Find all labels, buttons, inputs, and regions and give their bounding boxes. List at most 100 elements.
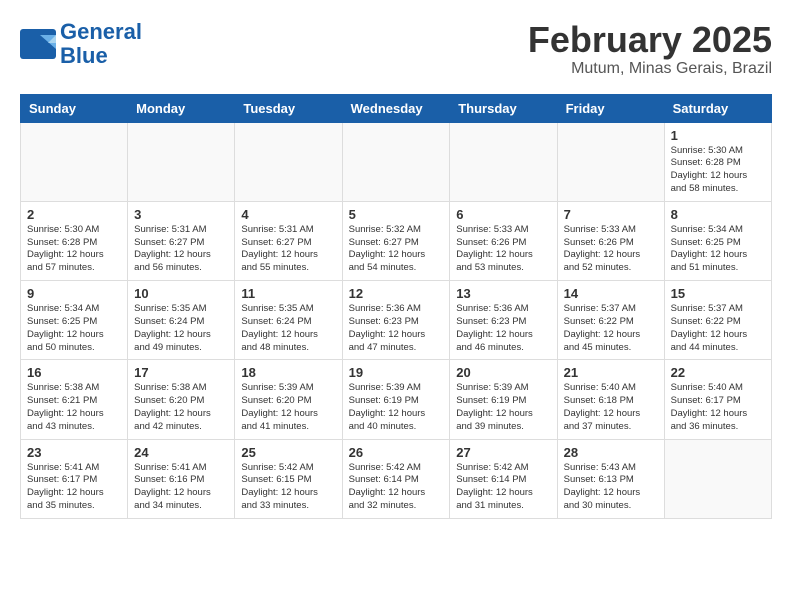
day-number: 15 [671,286,765,301]
day-info: Sunrise: 5:33 AM Sunset: 6:26 PM Dayligh… [564,224,658,275]
day-info: Sunrise: 5:42 AM Sunset: 6:14 PM Dayligh… [349,462,444,513]
day-cell: 2 Sunrise: 5:30 AM Sunset: 6:28 PM Daylig… [21,201,128,280]
day-info: Sunrise: 5:33 AM Sunset: 6:26 PM Dayligh… [456,224,550,275]
day-info: Sunrise: 5:30 AM Sunset: 6:28 PM Dayligh… [27,224,121,275]
day-info: Sunrise: 5:41 AM Sunset: 6:17 PM Dayligh… [27,462,121,513]
day-cell: 26 Sunrise: 5:42 AM Sunset: 6:14 PM Dayli… [342,439,450,518]
day-info: Sunrise: 5:35 AM Sunset: 6:24 PM Dayligh… [134,303,228,354]
day-number: 10 [134,286,228,301]
day-info: Sunrise: 5:31 AM Sunset: 6:27 PM Dayligh… [134,224,228,275]
day-cell: 3 Sunrise: 5:31 AM Sunset: 6:27 PM Daylig… [128,201,235,280]
day-info: Sunrise: 5:40 AM Sunset: 6:17 PM Dayligh… [671,382,765,433]
day-info: Sunrise: 5:34 AM Sunset: 6:25 PM Dayligh… [671,224,765,275]
day-number: 28 [564,445,658,460]
day-cell: 10 Sunrise: 5:35 AM Sunset: 6:24 PM Dayli… [128,281,235,360]
day-cell [235,122,342,201]
day-info: Sunrise: 5:38 AM Sunset: 6:20 PM Dayligh… [134,382,228,433]
day-cell: 14 Sunrise: 5:37 AM Sunset: 6:22 PM Dayli… [557,281,664,360]
calendar-table: SundayMondayTuesdayWednesdayThursdayFrid… [20,94,772,519]
logo-line2: Blue [60,43,108,68]
day-info: Sunrise: 5:40 AM Sunset: 6:18 PM Dayligh… [564,382,658,433]
day-number: 5 [349,207,444,222]
day-number: 14 [564,286,658,301]
week-row-5: 23 Sunrise: 5:41 AM Sunset: 6:17 PM Dayli… [21,439,772,518]
title-area: February 2025 Mutum, Minas Gerais, Brazi… [528,20,772,78]
day-info: Sunrise: 5:35 AM Sunset: 6:24 PM Dayligh… [241,303,335,354]
day-cell: 18 Sunrise: 5:39 AM Sunset: 6:20 PM Dayli… [235,360,342,439]
day-cell: 8 Sunrise: 5:34 AM Sunset: 6:25 PM Daylig… [664,201,771,280]
week-row-4: 16 Sunrise: 5:38 AM Sunset: 6:21 PM Dayli… [21,360,772,439]
day-cell: 9Sunrise: 5:34 AM Sunset: 6:25 PM Daylig… [21,281,128,360]
day-info: Sunrise: 5:36 AM Sunset: 6:23 PM Dayligh… [349,303,444,354]
day-number: 2 [27,207,121,222]
day-number: 3 [134,207,228,222]
day-info: Sunrise: 5:39 AM Sunset: 6:20 PM Dayligh… [241,382,335,433]
weekday-header-saturday: Saturday [664,94,771,122]
day-info: Sunrise: 5:39 AM Sunset: 6:19 PM Dayligh… [349,382,444,433]
weekday-header-row: SundayMondayTuesdayWednesdayThursdayFrid… [21,94,772,122]
day-info: Sunrise: 5:42 AM Sunset: 6:15 PM Dayligh… [241,462,335,513]
day-info: Sunrise: 5:36 AM Sunset: 6:23 PM Dayligh… [456,303,550,354]
day-cell: 17Sunrise: 5:38 AM Sunset: 6:20 PM Dayli… [128,360,235,439]
week-row-2: 2 Sunrise: 5:30 AM Sunset: 6:28 PM Daylig… [21,201,772,280]
day-number: 27 [456,445,550,460]
day-number: 25 [241,445,335,460]
day-cell: 23 Sunrise: 5:41 AM Sunset: 6:17 PM Dayli… [21,439,128,518]
day-number: 23 [27,445,121,460]
day-cell: 24 Sunrise: 5:41 AM Sunset: 6:16 PM Dayli… [128,439,235,518]
week-row-1: 1Sunrise: 5:30 AM Sunset: 6:28 PM Daylig… [21,122,772,201]
day-number: 26 [349,445,444,460]
day-info: Sunrise: 5:37 AM Sunset: 6:22 PM Dayligh… [564,303,658,354]
day-cell: 7 Sunrise: 5:33 AM Sunset: 6:26 PM Daylig… [557,201,664,280]
day-info: Sunrise: 5:43 AM Sunset: 6:13 PM Dayligh… [564,462,658,513]
day-info: Sunrise: 5:38 AM Sunset: 6:21 PM Dayligh… [27,382,121,433]
day-cell: 1Sunrise: 5:30 AM Sunset: 6:28 PM Daylig… [664,122,771,201]
day-info: Sunrise: 5:37 AM Sunset: 6:22 PM Dayligh… [671,303,765,354]
day-number: 16 [27,365,121,380]
day-number: 21 [564,365,658,380]
day-cell: 5 Sunrise: 5:32 AM Sunset: 6:27 PM Daylig… [342,201,450,280]
day-cell: 20 Sunrise: 5:39 AM Sunset: 6:19 PM Dayli… [450,360,557,439]
day-cell: 19 Sunrise: 5:39 AM Sunset: 6:19 PM Dayli… [342,360,450,439]
day-number: 20 [456,365,550,380]
day-number: 9 [27,286,121,301]
day-cell: 11Sunrise: 5:35 AM Sunset: 6:24 PM Dayli… [235,281,342,360]
day-number: 22 [671,365,765,380]
day-number: 8 [671,207,765,222]
day-info: Sunrise: 5:41 AM Sunset: 6:16 PM Dayligh… [134,462,228,513]
day-cell [128,122,235,201]
day-cell: 21 Sunrise: 5:40 AM Sunset: 6:18 PM Dayli… [557,360,664,439]
day-number: 7 [564,207,658,222]
calendar-subtitle: Mutum, Minas Gerais, Brazil [528,60,772,78]
logo-text: General Blue [60,20,142,68]
day-cell [450,122,557,201]
day-number: 19 [349,365,444,380]
day-number: 4 [241,207,335,222]
header: General Blue February 2025 Mutum, Minas … [20,20,772,78]
weekday-header-wednesday: Wednesday [342,94,450,122]
day-number: 18 [241,365,335,380]
calendar-title: February 2025 [528,20,772,60]
day-cell: 13 Sunrise: 5:36 AM Sunset: 6:23 PM Dayli… [450,281,557,360]
week-row-3: 9Sunrise: 5:34 AM Sunset: 6:25 PM Daylig… [21,281,772,360]
day-number: 6 [456,207,550,222]
day-cell [342,122,450,201]
day-number: 13 [456,286,550,301]
day-cell [557,122,664,201]
day-cell: 25 Sunrise: 5:42 AM Sunset: 6:15 PM Dayli… [235,439,342,518]
day-cell: 16 Sunrise: 5:38 AM Sunset: 6:21 PM Dayli… [21,360,128,439]
day-info: Sunrise: 5:42 AM Sunset: 6:14 PM Dayligh… [456,462,550,513]
day-info: Sunrise: 5:39 AM Sunset: 6:19 PM Dayligh… [456,382,550,433]
day-info: Sunrise: 5:30 AM Sunset: 6:28 PM Dayligh… [671,145,765,196]
day-cell [664,439,771,518]
day-cell: 12Sunrise: 5:36 AM Sunset: 6:23 PM Dayli… [342,281,450,360]
weekday-header-tuesday: Tuesday [235,94,342,122]
logo-icon [20,29,56,59]
day-cell: 6 Sunrise: 5:33 AM Sunset: 6:26 PM Daylig… [450,201,557,280]
weekday-header-monday: Monday [128,94,235,122]
day-cell: 28 Sunrise: 5:43 AM Sunset: 6:13 PM Dayli… [557,439,664,518]
day-number: 24 [134,445,228,460]
day-cell: 27 Sunrise: 5:42 AM Sunset: 6:14 PM Dayli… [450,439,557,518]
weekday-header-sunday: Sunday [21,94,128,122]
day-info: Sunrise: 5:32 AM Sunset: 6:27 PM Dayligh… [349,224,444,275]
